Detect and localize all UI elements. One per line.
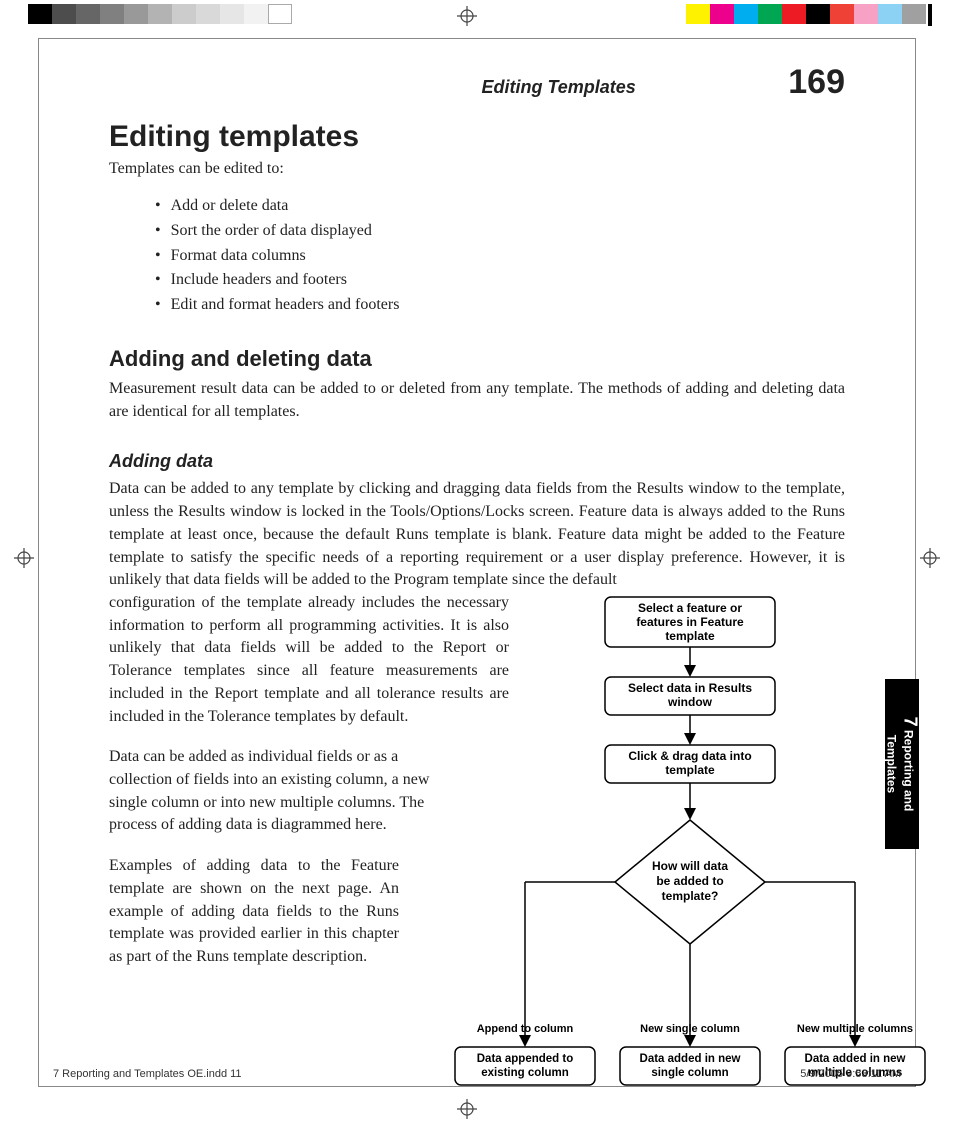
svg-text:Append to column: Append to column — [477, 1023, 574, 1035]
svg-text:How will data: How will data — [652, 859, 728, 873]
list-item: Edit and format headers and footers — [155, 293, 845, 318]
svg-text:template: template — [665, 629, 715, 643]
svg-text:Select a feature or: Select a feature or — [638, 601, 742, 615]
footer-filename: 7 Reporting and Templates OE.indd 11 — [53, 1068, 242, 1080]
body-text: Data can be added as individual fields o… — [109, 746, 439, 837]
svg-text:window: window — [667, 695, 713, 709]
page-number: 169 — [788, 63, 845, 102]
intro-text: Templates can be edited to: — [109, 160, 845, 178]
svg-text:Data added in new: Data added in new — [805, 1053, 906, 1065]
svg-text:be added to: be added to — [656, 874, 723, 888]
page-frame: Editing Templates 169 Editing templates … — [38, 38, 916, 1087]
running-title: Editing Templates — [481, 77, 635, 98]
svg-text:Data added in new: Data added in new — [640, 1053, 741, 1065]
trim-mark — [928, 4, 932, 26]
registration-mark-icon — [14, 548, 34, 568]
svg-text:Select data in Results: Select data in Results — [628, 681, 752, 695]
svg-text:Click & drag data into: Click & drag data into — [628, 749, 751, 763]
svg-text:New multiple columns: New multiple columns — [797, 1023, 913, 1035]
flowchart-diagram: Select a feature or features in Feature … — [445, 592, 865, 1117]
print-color-bar — [0, 4, 954, 24]
bullet-list: Add or delete data Sort the order of dat… — [155, 194, 845, 318]
heading-2: Adding and deleting data — [109, 346, 845, 372]
svg-text:Data appended to: Data appended to — [477, 1053, 573, 1065]
registration-mark-icon — [457, 6, 477, 26]
svg-text:New single column: New single column — [640, 1023, 740, 1035]
body-text: Data can be added to any template by cli… — [109, 478, 845, 592]
registration-mark-icon — [920, 548, 940, 568]
svg-text:features in Feature: features in Feature — [636, 615, 744, 629]
list-item: Sort the order of data displayed — [155, 219, 845, 244]
list-item: Format data columns — [155, 244, 845, 269]
svg-text:template?: template? — [662, 889, 719, 903]
list-item: Add or delete data — [155, 194, 845, 219]
chapter-thumb-tab: 7 Reporting andTemplates — [885, 679, 919, 849]
body-text: Examples of adding data to the Feature t… — [109, 855, 399, 969]
heading-3: Adding data — [109, 451, 845, 472]
heading-1: Editing templates — [109, 120, 845, 154]
list-item: Include headers and footers — [155, 268, 845, 293]
svg-text:template: template — [665, 763, 715, 777]
body-text: Measurement result data can be added to … — [109, 378, 845, 423]
running-header: Editing Templates 169 — [109, 63, 845, 102]
footer-timestamp: 5/9/2005 9:53:11 AM — [800, 1068, 901, 1080]
